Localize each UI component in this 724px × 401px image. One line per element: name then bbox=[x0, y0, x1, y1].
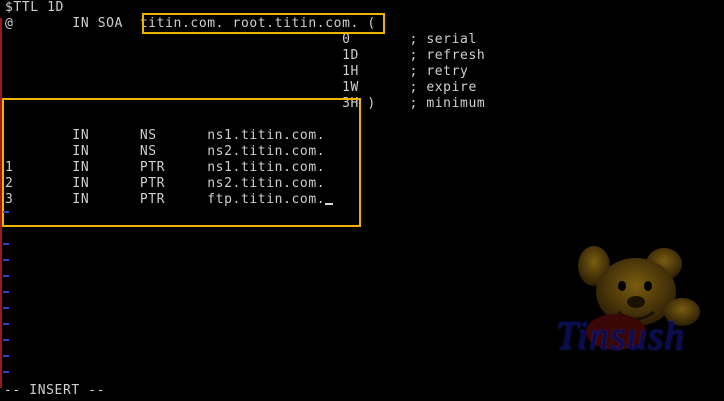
ttl-line[interactable]: $TTL 1D bbox=[5, 0, 64, 16]
tilde-marker bbox=[3, 323, 9, 325]
expire-line[interactable]: 1W ; expire bbox=[5, 80, 477, 96]
tilde-marker bbox=[3, 339, 9, 341]
wallpaper-signature: Tinsush bbox=[556, 313, 686, 358]
tilde-marker bbox=[3, 355, 9, 357]
vim-mode-indicator: -- INSERT -- bbox=[4, 383, 106, 398]
retry-line[interactable]: 1H ; retry bbox=[5, 64, 468, 80]
soa-highlight-box bbox=[142, 13, 385, 34]
tilde-marker bbox=[3, 371, 9, 373]
refresh-line[interactable]: 1D ; refresh bbox=[5, 48, 485, 64]
records-highlight-box bbox=[2, 98, 361, 227]
tilde-marker bbox=[3, 243, 9, 245]
tilde-marker bbox=[3, 259, 9, 261]
vim-terminal[interactable]: $TTL 1D @ IN SOA titin.com. root.titin.c… bbox=[0, 0, 724, 401]
serial-line[interactable]: 0 ; serial bbox=[5, 32, 477, 48]
tilde-marker bbox=[3, 275, 9, 277]
tilde-marker bbox=[3, 291, 9, 293]
tilde-marker bbox=[3, 307, 9, 309]
tilde-marker bbox=[3, 211, 9, 213]
